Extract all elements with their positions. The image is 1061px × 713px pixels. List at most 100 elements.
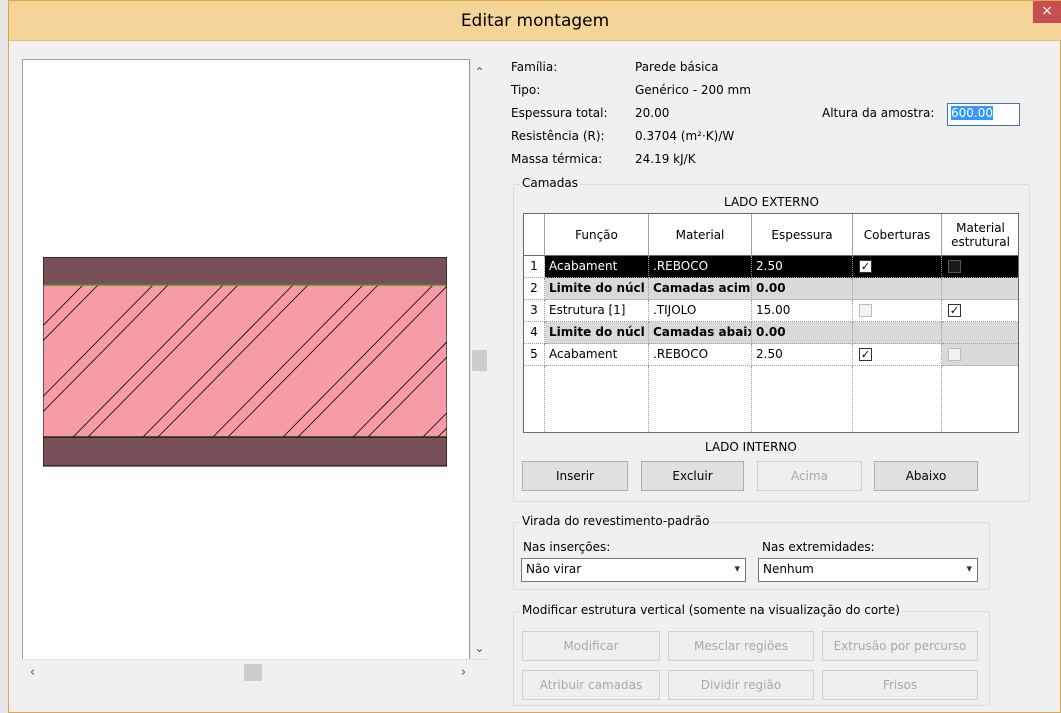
close-button[interactable]: × (1033, 1, 1061, 23)
scroll-thumb-vertical[interactable] (472, 350, 487, 371)
table-row[interactable]: 5 Acabament .REBOCO 2.50 ✓ (524, 344, 1018, 366)
chevron-down-icon: ▾ (966, 562, 972, 575)
modificar-button[interactable]: Modificar (522, 631, 660, 661)
cell-espessura[interactable]: 2.50 (752, 256, 853, 278)
extremidades-select-value: Nenhum (763, 562, 814, 576)
cell-funcao[interactable]: Limite do núcl (545, 322, 649, 344)
cell-material[interactable]: .REBOCO (649, 256, 752, 278)
table-row[interactable]: 2 Limite do núcl Camadas acim 0.00 (524, 278, 1018, 300)
wrapping-legend: Virada do revestimento-padrão (520, 514, 712, 528)
cell-estrutural[interactable] (942, 256, 1018, 278)
title-bar[interactable]: Editar montagem × (9, 1, 1061, 41)
coberturas-checkbox[interactable]: ✓ (859, 348, 872, 361)
extrusao-percurso-button[interactable]: Extrusão por percurso (822, 631, 978, 661)
cell-material[interactable]: Camadas abaix (649, 322, 752, 344)
cell-coberturas (853, 278, 942, 300)
cell-espessura[interactable]: 15.00 (752, 300, 853, 322)
cell-coberturas[interactable]: ✓ (853, 256, 942, 278)
row-number[interactable]: 2 (524, 278, 545, 300)
dividir-regiao-button[interactable]: Dividir região (668, 670, 814, 700)
cell-espessura[interactable]: 2.50 (752, 344, 853, 366)
header-espessura[interactable]: Espessura (752, 214, 853, 256)
scroll-thumb-horizontal[interactable] (244, 664, 262, 681)
familia-label: Família: (511, 60, 558, 74)
cell-funcao[interactable]: Estrutura [1] (545, 300, 649, 322)
row-number[interactable]: 5 (524, 344, 545, 366)
cell-coberturas (853, 300, 942, 322)
insercoes-label: Nas inserções: (523, 540, 611, 554)
header-funcao[interactable]: Função (545, 214, 649, 256)
scroll-right-icon[interactable]: › (455, 660, 472, 686)
dialog-title: Editar montagem (460, 11, 610, 31)
insercoes-select[interactable]: Não virar ▾ (521, 558, 746, 582)
wall-section-preview (43, 257, 447, 467)
background-window (0, 0, 8, 713)
cell-material[interactable]: Camadas acim (649, 278, 752, 300)
cell-estrutural[interactable]: ✓ (942, 300, 1018, 322)
scroll-left-icon[interactable]: ‹ (24, 660, 41, 686)
empty-cell (752, 366, 853, 432)
resistencia-label: Resistência (R): (511, 129, 605, 143)
atribuir-camadas-button[interactable]: Atribuir camadas (522, 670, 660, 700)
table-row[interactable]: 3 Estrutura [1] .TIJOLO 15.00 ✓ (524, 300, 1018, 322)
row-number[interactable]: 1 (524, 256, 545, 278)
altura-amostra-input[interactable]: 600.00 (947, 103, 1020, 126)
lado-interno-label: LADO INTERNO (705, 440, 797, 454)
scroll-up-icon[interactable]: ⌃ (471, 64, 488, 81)
cell-coberturas[interactable]: ✓ (853, 344, 942, 366)
header-coberturas[interactable]: Coberturas (853, 214, 942, 256)
header-material[interactable]: Material (649, 214, 752, 256)
cell-material[interactable]: .TIJOLO (649, 300, 752, 322)
table-header-row: Função Material Espessura Coberturas Mat… (524, 214, 1019, 256)
cell-espessura[interactable]: 0.00 (752, 322, 853, 344)
espessura-total-label: Espessura total: (511, 106, 608, 120)
tipo-label: Tipo: (511, 83, 541, 97)
massa-termica-value: 24.19 kJ/K (635, 152, 696, 166)
resistencia-value: 0.3704 (m²·K)/W (635, 129, 735, 143)
preview-horizontal-scrollbar[interactable]: ‹ › (22, 659, 487, 685)
header-number (524, 214, 545, 256)
cell-material[interactable]: .REBOCO (649, 344, 752, 366)
familia-value: Parede básica (635, 60, 719, 74)
table-row[interactable]: 1 Acabament .REBOCO 2.50 ✓ (524, 256, 1018, 278)
estrutural-checkbox[interactable]: ✓ (948, 304, 961, 317)
scroll-down-icon[interactable]: ⌄ (471, 640, 488, 657)
tipo-value: Genérico - 200 mm (635, 83, 751, 97)
cell-estrutural (942, 278, 1018, 300)
mesclar-regioes-button[interactable]: Mesclar regiões (668, 631, 814, 661)
camadas-legend: Camadas (520, 176, 580, 190)
preview-pane[interactable] (22, 59, 470, 685)
abaixo-button[interactable]: Abaixo (874, 461, 978, 491)
cell-funcao[interactable]: Acabament (545, 256, 649, 278)
row-number[interactable]: 4 (524, 322, 545, 344)
row-number[interactable]: 3 (524, 300, 545, 322)
lado-externo-label: LADO EXTERNO (724, 195, 819, 209)
coberturas-checkbox[interactable]: ✓ (859, 260, 872, 273)
acima-button[interactable]: Acima (757, 461, 862, 491)
preview-vertical-scrollbar[interactable]: ⌃ ⌄ (470, 59, 487, 659)
extremidades-select[interactable]: Nenhum ▾ (758, 558, 978, 582)
excluir-button[interactable]: Excluir (641, 461, 744, 491)
coberturas-checkbox (859, 304, 872, 317)
interior-finish-layer (43, 436, 447, 467)
cell-funcao[interactable]: Acabament (545, 344, 649, 366)
altura-amostra-label: Altura da amostra: (822, 106, 935, 120)
inserir-button[interactable]: Inserir (522, 461, 628, 491)
cell-estrutural (942, 322, 1018, 344)
layers-table[interactable]: Função Material Espessura Coberturas Mat… (523, 213, 1019, 433)
table-row[interactable]: 4 Limite do núcl Camadas abaix 0.00 (524, 322, 1018, 344)
cell-espessura[interactable]: 0.00 (752, 278, 853, 300)
insercoes-select-value: Não virar (526, 562, 582, 576)
estrutural-checkbox[interactable] (948, 260, 961, 273)
massa-termica-label: Massa térmica: (511, 152, 603, 166)
frisos-button[interactable]: Frisos (822, 670, 978, 700)
empty-cell (524, 366, 545, 432)
cell-funcao[interactable]: Limite do núcl (545, 278, 649, 300)
estrutural-checkbox (948, 348, 961, 361)
empty-cell (649, 366, 752, 432)
exterior-finish-layer (43, 257, 447, 286)
empty-cell (853, 366, 942, 432)
cell-coberturas (853, 322, 942, 344)
header-material-estrutural[interactable]: Material estrutural (942, 214, 1019, 256)
vertical-structure-legend: Modificar estrutura vertical (somente na… (520, 603, 902, 617)
